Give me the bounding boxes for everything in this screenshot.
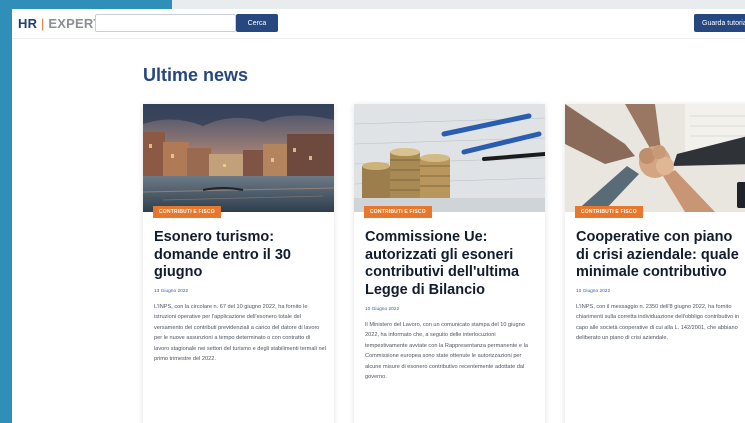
section-title: Ultime news: [143, 65, 249, 85]
news-title[interactable]: Esonero turismo: domande entro il 30 giu…: [154, 229, 326, 282]
news-card[interactable]: CONTRIBUTI E FISCO Esonero turismo: doma…: [143, 104, 334, 423]
search-button[interactable]: Cerca: [236, 14, 278, 32]
coins-and-pens-photo[interactable]: [354, 104, 545, 212]
news-date: 10 Giugno 2022: [576, 289, 611, 294]
site-header: HR | EXPERT Cerca Guarda tutorial: [12, 9, 745, 39]
top-gray-strip: [172, 0, 745, 9]
site-logo[interactable]: HR | EXPERT: [18, 16, 102, 31]
news-excerpt: Il Ministero del Lavoro, con un comunica…: [365, 322, 528, 381]
search-input[interactable]: [95, 14, 236, 32]
logo-secondary: EXPERT: [48, 16, 102, 31]
news-card[interactable]: CONTRIBUTI E FISCO Commissione Ue: autor…: [354, 104, 545, 423]
tutorial-button[interactable]: Guarda tutorial: [694, 14, 745, 32]
news-title[interactable]: Cooperative con piano di crisi aziendale…: [576, 229, 745, 282]
left-accent-bar: [0, 0, 12, 423]
venice-grand-canal-photo[interactable]: [143, 104, 334, 212]
news-excerpt: L'INPS, con il messaggio n. 2350 dell'8 …: [576, 304, 740, 342]
category-badge[interactable]: CONTRIBUTI E FISCO: [575, 206, 643, 218]
top-accent-strip: [12, 0, 172, 9]
news-title[interactable]: Commissione Ue: autorizzati gli esoneri …: [365, 229, 537, 299]
logo-separator: |: [41, 16, 45, 31]
category-badge[interactable]: CONTRIBUTI E FISCO: [153, 206, 221, 218]
page-content: HR | EXPERT Cerca Guarda tutorial Ultime…: [12, 9, 745, 423]
news-date: 13 Giugno 2022: [154, 289, 189, 294]
news-card[interactable]: CONTRIBUTI E FISCO Cooperative con piano…: [565, 104, 745, 423]
news-date: 10 Giugno 2022: [365, 307, 400, 312]
logo-primary: HR: [18, 16, 38, 31]
team-fist-bump-photo[interactable]: [565, 104, 745, 212]
news-excerpt: L'INPS, con la circolare n. 67 del 10 gi…: [154, 304, 326, 363]
category-badge[interactable]: CONTRIBUTI E FISCO: [364, 206, 432, 218]
